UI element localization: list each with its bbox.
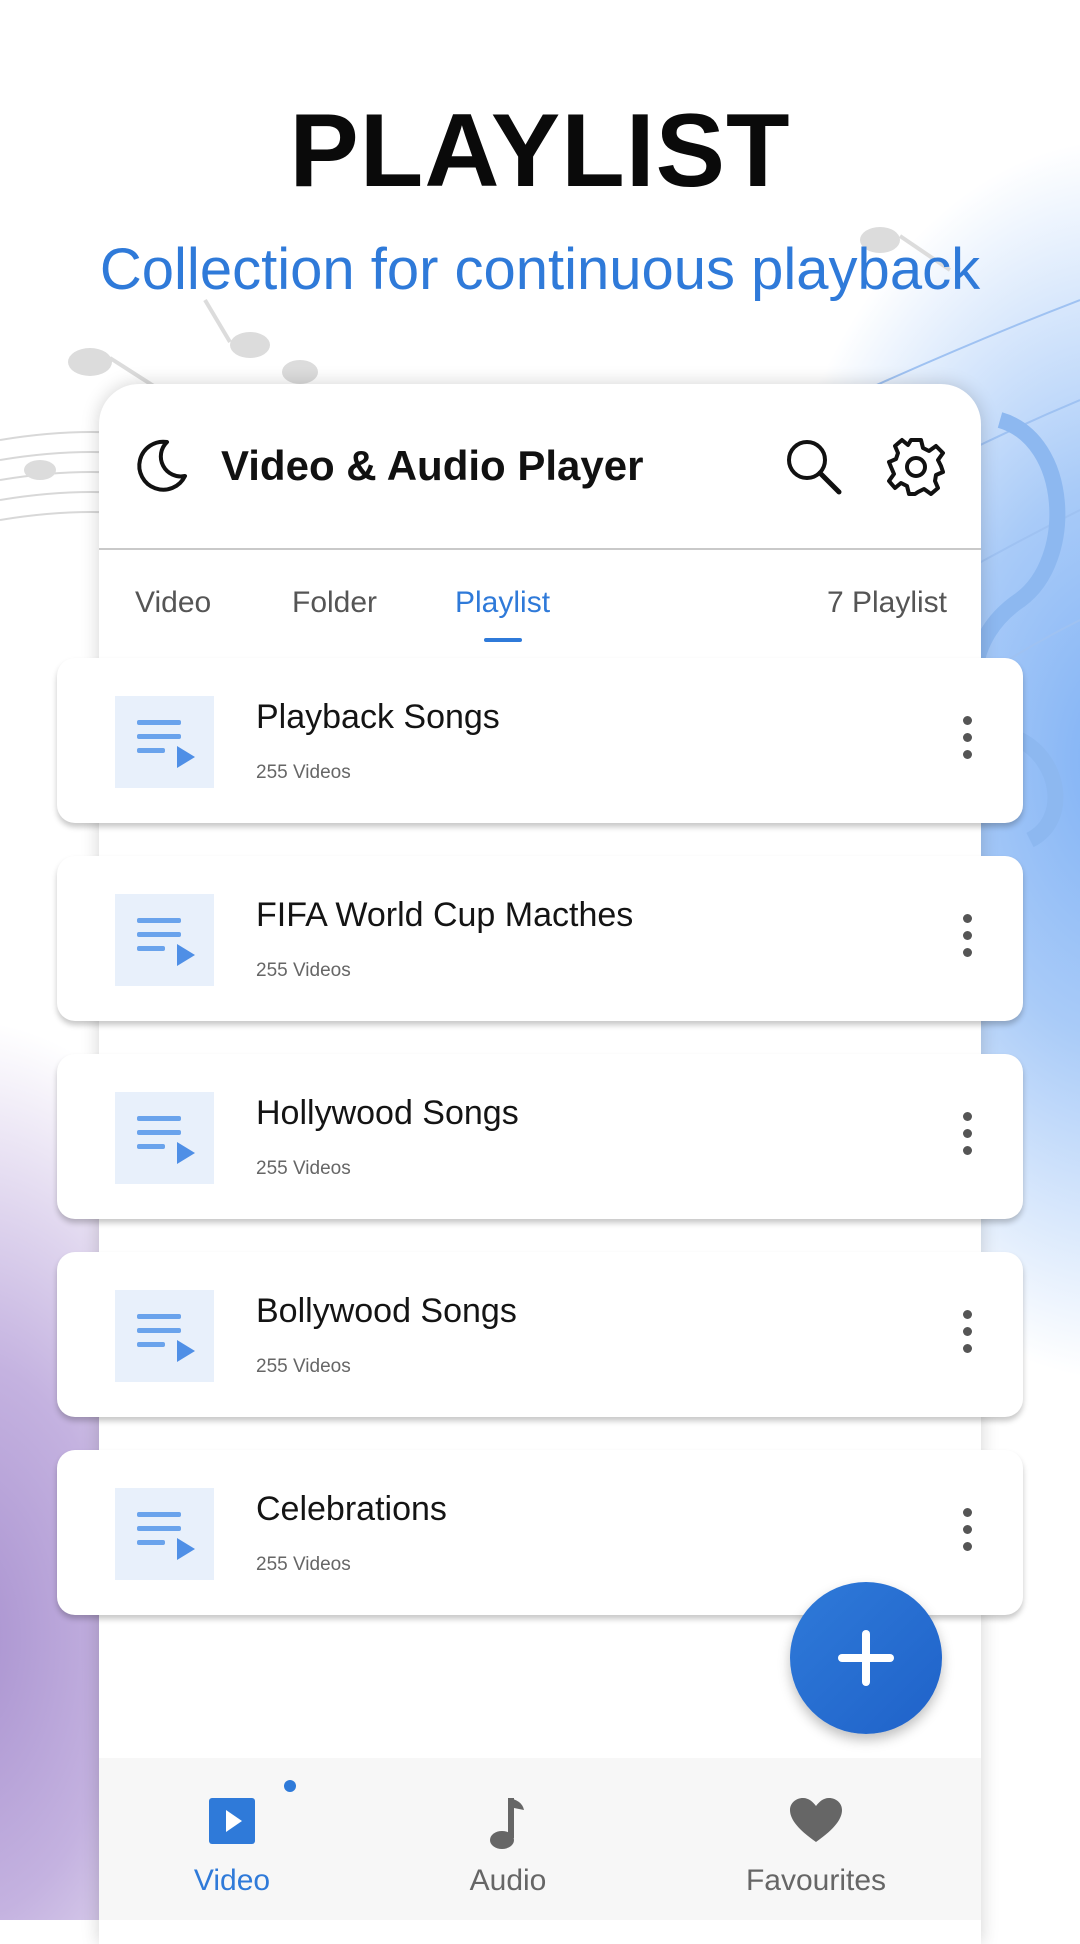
list-item[interactable]: Hollywood Songs 255 Videos [57,1054,1023,1219]
playlist-title: Bollywood Songs [256,1292,517,1330]
list-item[interactable]: Bollywood Songs 255 Videos [57,1252,1023,1417]
heart-icon [790,1798,842,1842]
add-playlist-button[interactable] [790,1582,942,1734]
playlist-count-label: 255 Videos [256,1158,351,1179]
playlist-icon [137,720,195,768]
tab-playlist[interactable]: Playlist [455,586,550,620]
playlist-count-label: 255 Videos [256,1554,351,1575]
playlist-count-label: 255 Videos [256,1356,351,1377]
playlist-icon [137,1512,195,1560]
active-dot [284,1780,296,1792]
more-options-icon[interactable] [957,716,977,766]
app-bar: Video & Audio Player [99,384,981,550]
tab-video[interactable]: Video [135,586,211,620]
playlist-count: 7 Playlist [826,586,947,619]
playlist-thumbnail [115,1488,214,1580]
playlist-icon [137,1116,195,1164]
tab-folder[interactable]: Folder [292,586,377,620]
playlist-thumbnail [115,894,214,986]
nav-video-label: Video [193,1864,271,1897]
list-item[interactable]: FIFA World Cup Macthes 255 Videos [57,856,1023,1021]
more-options-icon[interactable] [957,914,977,964]
gear-icon[interactable] [885,436,947,498]
moon-icon[interactable] [133,438,189,494]
music-note-icon [490,1798,524,1849]
playlist-count-label: 255 Videos [256,960,351,981]
promo-subline: Collection for continuous playback [99,237,981,302]
playlist-count-label: 255 Videos [256,762,351,783]
playlist-thumbnail [115,1290,214,1382]
nav-audio-label: Audio [469,1864,547,1897]
more-options-icon[interactable] [957,1508,977,1558]
nav-favourites-label: Favourites [745,1864,887,1897]
playlist-icon [137,1314,195,1362]
video-icon [209,1798,255,1844]
playlist-title: Hollywood Songs [256,1094,519,1132]
app-title: Video & Audio Player [221,442,644,489]
playlist-title: Celebrations [256,1490,447,1528]
list-item[interactable]: Playback Songs 255 Videos [57,658,1023,823]
nav-video[interactable]: Video [132,1758,332,1920]
nav-favourites[interactable]: Favourites [716,1758,916,1920]
promo-headline: PLAYLIST [289,93,791,209]
nav-audio[interactable]: Audio [408,1758,608,1920]
bottom-navigation: Video Audio Favourites [99,1758,981,1920]
plus-icon [838,1630,894,1686]
playlist-thumbnail [115,1092,214,1184]
tab-bar: Video Folder Playlist 7 Playlist [99,550,981,642]
playlist-title: FIFA World Cup Macthes [256,896,634,934]
playlist-thumbnail [115,696,214,788]
active-tab-indicator [484,638,522,642]
more-options-icon[interactable] [957,1112,977,1162]
playlist-icon [137,918,195,966]
more-options-icon[interactable] [957,1310,977,1360]
playlist-title: Playback Songs [256,698,500,736]
search-icon[interactable] [783,436,843,496]
